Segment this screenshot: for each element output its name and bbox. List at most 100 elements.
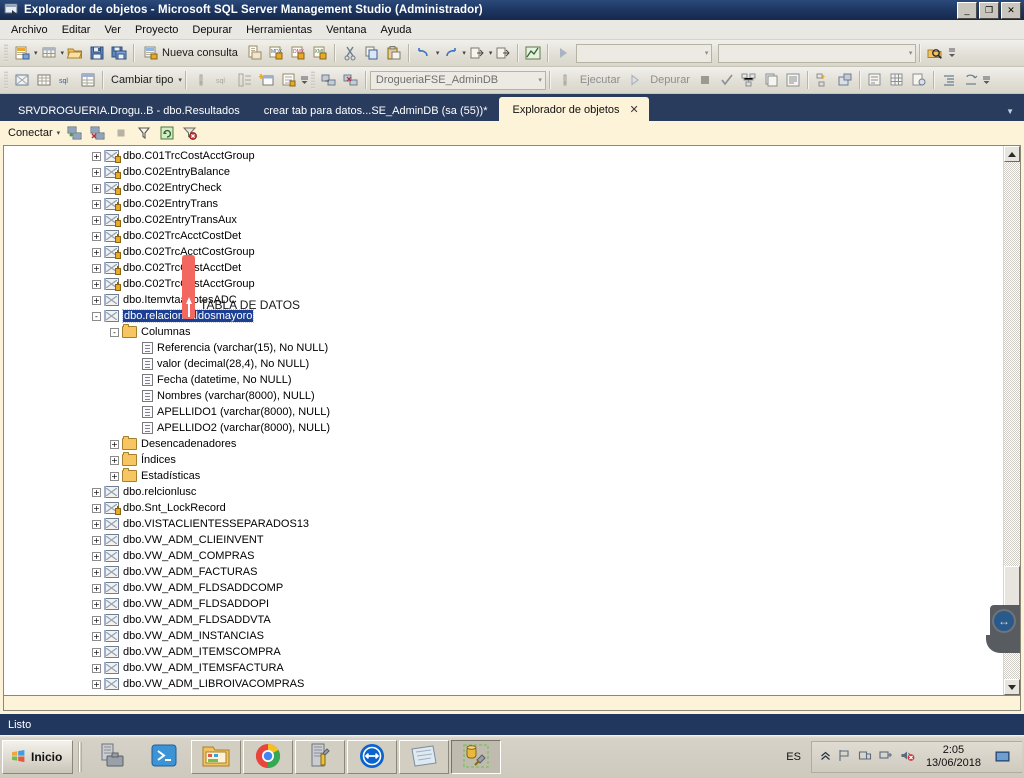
expand-icon[interactable]: +	[92, 535, 101, 545]
tree-row[interactable]: - Columnas	[4, 324, 1003, 340]
expand-icon[interactable]: +	[92, 247, 101, 257]
redo-button[interactable]	[439, 42, 461, 64]
expand-icon[interactable]: +	[110, 439, 119, 449]
tree-row[interactable]: + dbo.VW_ADM_FLDSADDOPI	[4, 596, 1003, 612]
hscroll-thumb[interactable]	[4, 696, 1020, 710]
volume-muted-icon[interactable]	[900, 749, 915, 765]
save-all-button[interactable]	[108, 42, 130, 64]
expand-icon[interactable]: +	[110, 471, 119, 481]
taskitem-config-tools[interactable]	[295, 740, 346, 774]
tree-row[interactable]: valor (decimal(28,4), No NULL)	[4, 356, 1003, 372]
expand-icon[interactable]: +	[92, 679, 101, 689]
find-button[interactable]	[924, 42, 946, 64]
tab-explorador-objetos[interactable]: Explorador de objetos ✕	[499, 97, 649, 121]
expand-icon[interactable]: +	[92, 663, 101, 673]
paste-button[interactable]	[383, 42, 405, 64]
connect-icon[interactable]	[64, 122, 86, 144]
show-table-button[interactable]	[33, 69, 55, 91]
results-pane-button[interactable]	[77, 69, 99, 91]
menu-ventana[interactable]: Ventana	[319, 22, 373, 38]
taskitem-ssms[interactable]	[451, 740, 502, 774]
refresh-icon[interactable]	[156, 122, 178, 144]
new-table-button[interactable]	[38, 42, 60, 64]
tree-row[interactable]: + dbo.C02EntryTrans	[4, 196, 1003, 212]
open-file-button[interactable]	[64, 42, 86, 64]
tree-row[interactable]: + dbo.C02TrcAcctCostGroup	[4, 244, 1003, 260]
expand-icon[interactable]: +	[92, 295, 101, 305]
tree-row[interactable]: + dbo.VW_ADM_LIBROIVACOMPRAS	[4, 676, 1003, 692]
tree-row[interactable]: + dbo.ItemvtaaLotesADC	[4, 292, 1003, 308]
save-button[interactable]	[86, 42, 108, 64]
expand-icon[interactable]: +	[92, 503, 101, 513]
connect-object-explorer-button[interactable]	[318, 69, 340, 91]
new-analysis-query-button[interactable]	[243, 42, 265, 64]
new-query-button[interactable]: Nueva consulta	[138, 42, 243, 64]
solution-config-combo[interactable]: ▾	[576, 43, 713, 63]
change-type-label[interactable]: Cambiar tipo	[107, 74, 177, 86]
menu-depurar[interactable]: Depurar	[185, 22, 239, 38]
expand-icon[interactable]: +	[92, 279, 101, 289]
toolbar-grip[interactable]	[4, 44, 8, 62]
tree-row[interactable]: + dbo.VW_ADM_CLIEINVENT	[4, 532, 1003, 548]
tree-row[interactable]: +dbo.C02TrcCostAcctDet	[4, 260, 1003, 276]
action-center-icon[interactable]	[858, 749, 872, 765]
taskitem-notepad[interactable]	[399, 740, 450, 774]
collapse-icon[interactable]: -	[92, 311, 101, 321]
tree-vertical-scrollbar[interactable]	[1003, 146, 1020, 695]
tree-row[interactable]: APELLIDO1 (varchar(8000), NULL)	[4, 404, 1003, 420]
tab-close-icon[interactable]: ✕	[630, 103, 639, 116]
tree-row[interactable]: Fecha (datetime, No NULL)	[4, 372, 1003, 388]
expand-icon[interactable]: +	[92, 631, 101, 641]
add-table-button[interactable]	[256, 69, 278, 91]
tree-row[interactable]: + dbo.C02EntryTransAux	[4, 212, 1003, 228]
scroll-down-button[interactable]	[1004, 679, 1020, 695]
expand-icon[interactable]: +	[92, 615, 101, 625]
database-combo[interactable]: DrogueriaFSE_AdminDB ▾	[369, 70, 546, 90]
add-derived-table-button[interactable]	[278, 69, 300, 91]
menu-proyecto[interactable]: Proyecto	[128, 22, 185, 38]
disconnect-object-explorer-button[interactable]	[340, 69, 362, 91]
taskitem-teamviewer[interactable]	[347, 740, 398, 774]
tree-row[interactable]: + dbo.C02EntryCheck	[4, 180, 1003, 196]
tree-row[interactable]: + dbo.C01TrcCostAcctGroup	[4, 148, 1003, 164]
filter-icon[interactable]	[133, 122, 155, 144]
navigate-backward-button[interactable]	[466, 42, 488, 64]
expand-icon[interactable]: +	[92, 199, 101, 209]
tree-row[interactable]: + dbo.VW_ADM_FACTURAS	[4, 564, 1003, 580]
show-desktop-icon[interactable]	[992, 741, 1014, 773]
expand-icon[interactable]: +	[92, 263, 101, 273]
tree-row[interactable]: Nombres (varchar(8000), NULL)	[4, 388, 1003, 404]
tree-row[interactable]: + dbo.VW_ADM_FLDSADDCOMP	[4, 580, 1003, 596]
disconnect-icon[interactable]	[87, 122, 109, 144]
taskitem-explorer[interactable]	[191, 740, 242, 774]
expand-icon[interactable]: +	[110, 455, 119, 465]
new-dmx-query-button[interactable]: DMX	[287, 42, 309, 64]
tree-row[interactable]: + dbo.VW_ADM_ITEMSFACTURA	[4, 660, 1003, 676]
tree-row[interactable]: + dbo.VW_ADM_INSTANCIAS	[4, 628, 1003, 644]
copy-button[interactable]	[361, 42, 383, 64]
close-button[interactable]: ✕	[1001, 2, 1021, 19]
tree-row[interactable]: + dbo.C02TrcAcctCostDet	[4, 228, 1003, 244]
expand-icon[interactable]: +	[92, 183, 101, 193]
start-button[interactable]: Inicio	[2, 740, 74, 774]
tree-row[interactable]: + dbo.Snt_LockRecord	[4, 500, 1003, 516]
tree-row[interactable]: -dbo.relacionsaldosmayoro	[4, 308, 1003, 324]
toolbar-grip-2[interactable]	[4, 71, 8, 89]
new-xmla-query-button[interactable]: XML	[309, 42, 331, 64]
expand-icon[interactable]: +	[92, 567, 101, 577]
tree-row[interactable]: +dbo.C02TrcCostAcctGroup	[4, 276, 1003, 292]
clock[interactable]: 2:05 13/06/2018	[926, 744, 981, 770]
sql-pane-button[interactable]: sql	[55, 69, 77, 91]
tree-row[interactable]: + dbo.relcionlusc	[4, 484, 1003, 500]
object-tree[interactable]: + dbo.C01TrcCostAcctGroup + dbo.C02EntryBal…	[4, 146, 1003, 695]
show-diagram-button[interactable]	[522, 42, 544, 64]
tree-row[interactable]: + dbo.VW_ADM_COMPRAS	[4, 548, 1003, 564]
tree-row[interactable]: + dbo.VW_ADM_ITEMSCOMPRA	[4, 644, 1003, 660]
scroll-up-button[interactable]	[1004, 146, 1020, 162]
toolbar-grip-3[interactable]	[310, 71, 315, 89]
tree-horizontal-scrollbar[interactable]	[3, 696, 1021, 711]
expand-icon[interactable]: +	[92, 487, 101, 497]
cut-button[interactable]	[339, 42, 361, 64]
navigate-forward-button[interactable]	[492, 42, 514, 64]
tree-row[interactable]: + Desencadenadores	[4, 436, 1003, 452]
